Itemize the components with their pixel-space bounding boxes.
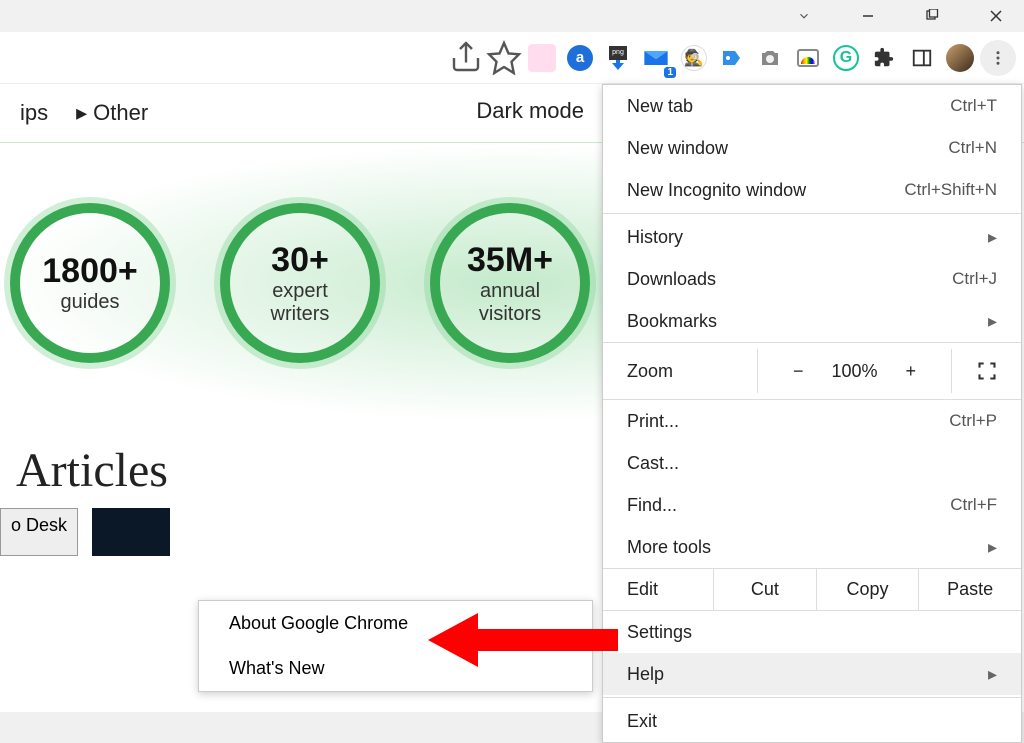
share-icon[interactable]	[448, 40, 484, 76]
menu-separator	[603, 697, 1021, 698]
edit-label: Edit	[603, 569, 713, 610]
menu-separator	[603, 213, 1021, 214]
stat-writers: 30+expert writers	[220, 203, 380, 363]
menu-new-incognito[interactable]: New Incognito window Ctrl+Shift+N	[603, 169, 1021, 211]
menu-more-tools[interactable]: More tools ▸	[603, 526, 1021, 568]
side-panel-icon[interactable]	[904, 40, 940, 76]
nav-other[interactable]: ▸Other	[76, 100, 148, 126]
menu-label: Downloads	[627, 269, 716, 290]
menu-label: Cast...	[627, 453, 679, 474]
extension-png-icon[interactable]: png	[600, 40, 636, 76]
submenu-arrow-icon: ▸	[988, 311, 997, 332]
submenu-whats-new[interactable]: What's New	[199, 646, 592, 691]
menu-shortcut: Ctrl+T	[950, 96, 997, 116]
nav-other-label: Other	[93, 100, 148, 126]
menu-label: Find...	[627, 495, 677, 516]
menu-zoom: Zoom − 100% +	[603, 342, 1021, 400]
menu-shortcut: Ctrl+P	[949, 411, 997, 431]
stat-num: 30+	[271, 241, 329, 280]
extension-a-icon[interactable]: a	[562, 40, 598, 76]
desk-button[interactable]: o Desk	[0, 508, 78, 556]
menu-find[interactable]: Find... Ctrl+F	[603, 484, 1021, 526]
extension-blank-icon[interactable]	[524, 40, 560, 76]
article-thumbnail[interactable]	[92, 508, 170, 556]
profile-avatar[interactable]	[942, 40, 978, 76]
chrome-menu: New tab Ctrl+T New window Ctrl+N New Incog…	[602, 84, 1022, 743]
menu-label: More tools	[627, 537, 711, 558]
stat-label: guides	[61, 291, 120, 314]
stat-num: 1800+	[42, 252, 138, 291]
submenu-arrow-icon: ▸	[988, 227, 997, 248]
chrome-menu-button[interactable]	[980, 40, 1016, 76]
menu-label: Exit	[627, 711, 657, 732]
menu-label: New Incognito window	[627, 180, 806, 201]
menu-label: Print...	[627, 411, 679, 432]
menu-label: Bookmarks	[627, 311, 717, 332]
menu-shortcut: Ctrl+Shift+N	[904, 180, 997, 200]
browser-toolbar: a png 1 🕵️ G	[0, 32, 1024, 84]
stat-num: 35M+	[467, 241, 553, 280]
extension-mail-icon[interactable]: 1	[638, 40, 674, 76]
menu-label: About Google Chrome	[229, 613, 408, 634]
zoom-in-button[interactable]: +	[906, 361, 917, 382]
menu-bookmarks[interactable]: Bookmarks ▸	[603, 300, 1021, 342]
minimize-button[interactable]	[848, 0, 888, 32]
menu-label: Settings	[627, 622, 692, 643]
menu-shortcut: Ctrl+J	[952, 269, 997, 289]
menu-label: Help	[627, 664, 664, 685]
menu-edit-row: Edit Cut Copy Paste	[603, 568, 1021, 611]
zoom-label: Zoom	[627, 361, 757, 382]
edit-cut-button[interactable]: Cut	[713, 569, 816, 610]
menu-label: History	[627, 227, 683, 248]
nav-tips[interactable]: ips	[20, 100, 48, 126]
menu-new-tab[interactable]: New tab Ctrl+T	[603, 85, 1021, 127]
fullscreen-button[interactable]	[951, 349, 1021, 393]
menu-shortcut: Ctrl+F	[950, 495, 997, 515]
dark-mode-toggle[interactable]: Dark mode	[476, 98, 584, 124]
stat-guides: 1800+guides	[10, 203, 170, 363]
extension-rainbow-icon[interactable]	[790, 40, 826, 76]
stat-visitors: 35M+annual visitors	[430, 203, 590, 363]
submenu-about-chrome[interactable]: About Google Chrome	[199, 601, 592, 646]
edit-copy-button[interactable]: Copy	[816, 569, 919, 610]
submenu-arrow-icon: ▸	[988, 537, 997, 558]
menu-exit[interactable]: Exit	[603, 700, 1021, 742]
mail-badge: 1	[664, 67, 676, 78]
bookmark-star-icon[interactable]	[486, 40, 522, 76]
extension-tag-icon[interactable]	[714, 40, 750, 76]
menu-label: New window	[627, 138, 728, 159]
menu-settings[interactable]: Settings	[603, 611, 1021, 653]
menu-downloads[interactable]: Downloads Ctrl+J	[603, 258, 1021, 300]
extensions-button[interactable]	[866, 40, 902, 76]
extension-spy-icon[interactable]: 🕵️	[676, 40, 712, 76]
menu-help[interactable]: Help ▸	[603, 653, 1021, 695]
zoom-out-button[interactable]: −	[793, 361, 804, 382]
submenu-arrow-icon: ▸	[988, 664, 997, 685]
menu-print[interactable]: Print... Ctrl+P	[603, 400, 1021, 442]
menu-label: What's New	[229, 658, 324, 679]
zoom-value: 100%	[831, 361, 877, 382]
extension-camera-icon[interactable]	[752, 40, 788, 76]
stat-label: annual visitors	[479, 280, 541, 326]
maximize-button[interactable]	[912, 0, 952, 32]
close-button[interactable]	[976, 0, 1016, 32]
edit-paste-button[interactable]: Paste	[918, 569, 1021, 610]
menu-label: New tab	[627, 96, 693, 117]
stat-label: expert writers	[271, 280, 330, 326]
help-submenu: About Google Chrome What's New	[198, 600, 593, 692]
menu-history[interactable]: History ▸	[603, 216, 1021, 258]
window-titlebar	[0, 0, 1024, 32]
menu-new-window[interactable]: New window Ctrl+N	[603, 127, 1021, 169]
menu-shortcut: Ctrl+N	[948, 138, 997, 158]
extension-grammarly-icon[interactable]: G	[828, 40, 864, 76]
menu-cast[interactable]: Cast...	[603, 442, 1021, 484]
nav-tips-label: ips	[20, 100, 48, 126]
caret-icon: ▸	[76, 100, 87, 126]
tab-dropdown-icon[interactable]	[784, 0, 824, 32]
